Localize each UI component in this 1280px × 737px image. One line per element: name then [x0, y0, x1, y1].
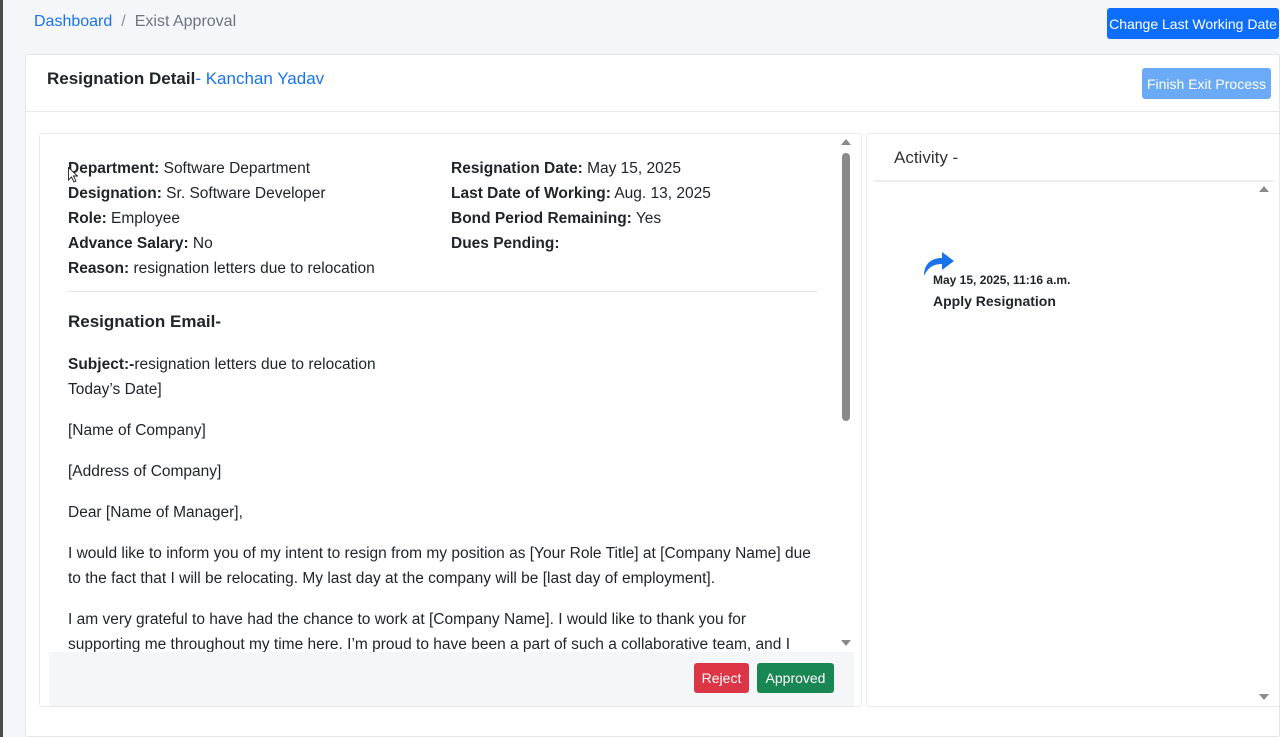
employee-name: - Kanchan Yadav — [195, 69, 325, 88]
breadcrumb-dashboard-link[interactable]: Dashboard — [34, 13, 112, 31]
field-advance-salary: Advance Salary: No — [68, 235, 213, 252]
field-dues-pending: Dues Pending: — [451, 235, 560, 252]
activity-panel: Activity - May 15, 2025, 11:16 a.m. Appl… — [866, 133, 1280, 707]
info-grid: Department: Software Department Designat… — [68, 156, 818, 281]
reject-button[interactable]: Reject — [694, 663, 749, 693]
page-title: Resignation Detail- Kanchan Yadav — [47, 69, 324, 89]
activity-scroll-up-arrow-icon[interactable] — [1259, 186, 1269, 192]
activity-scroll-down-arrow-icon[interactable] — [1259, 694, 1269, 700]
email-paragraph-1: I would like to inform you of my intent … — [68, 545, 811, 587]
activity-label: Apply Resignation — [933, 293, 1056, 309]
window-left-edge — [0, 0, 3, 737]
scroll-up-arrow-icon[interactable] — [841, 139, 851, 145]
scroll-thumb[interactable] — [842, 153, 850, 421]
info-column-left: Department: Software Department Designat… — [68, 156, 375, 281]
field-bond-period: Bond Period Remaining: Yes — [451, 210, 662, 227]
section-divider — [68, 291, 818, 292]
email-paragraph-2: I am very grateful to have had the chanc… — [68, 611, 791, 653]
email-company-address: [Address of Company] — [68, 463, 222, 480]
email-subject-label: Subject:- — [68, 356, 135, 373]
email-heading: Resignation Email- — [68, 312, 222, 331]
finish-exit-process-button[interactable]: Finish Exit Process — [1142, 68, 1271, 99]
title-text: Resignation Detail — [47, 69, 196, 88]
email-subject-block: Subject:-resignation letters due to relo… — [68, 352, 818, 402]
action-footer: Reject Approved — [49, 652, 854, 706]
field-role: Role: Employee — [68, 210, 180, 227]
resignation-info-content: Department: Software Department Designat… — [68, 156, 818, 657]
field-reason: Reason: resignation letters due to reloc… — [68, 260, 375, 277]
change-last-working-date-button[interactable]: Change Last Working Date — [1107, 8, 1279, 39]
scroll-down-arrow-icon[interactable] — [841, 640, 851, 646]
email-body: Subject:-resignation letters due to relo… — [68, 352, 818, 657]
breadcrumb-separator: / — [121, 13, 126, 30]
card-header: Resignation Detail- Kanchan Yadav Finish… — [26, 55, 1279, 112]
top-bar: Dashboard / Exist Approval Change Last W… — [3, 0, 1280, 50]
email-subject-value: resignation letters due to relocation — [134, 356, 376, 373]
approve-button[interactable]: Approved — [757, 663, 834, 693]
left-panel-scrollbar[interactable] — [839, 134, 853, 654]
field-department: Department: Software Department — [68, 160, 311, 177]
resignation-info-panel: Department: Software Department Designat… — [39, 133, 862, 707]
breadcrumb: Dashboard / Exist Approval — [34, 13, 236, 31]
resignation-detail-card: Resignation Detail- Kanchan Yadav Finish… — [25, 54, 1280, 737]
activity-divider — [874, 180, 1274, 182]
mouse-cursor-icon — [68, 167, 78, 183]
field-last-date-of-working: Last Date of Working: Aug. 13, 2025 — [451, 185, 711, 202]
activity-title: Activity - — [894, 148, 959, 167]
field-resignation-date: Resignation Date: May 15, 2025 — [451, 160, 681, 177]
breadcrumb-current: Exist Approval — [134, 13, 237, 30]
field-designation: Designation: Sr. Software Developer — [68, 185, 326, 202]
email-company-name: [Name of Company] — [68, 422, 206, 439]
email-salutation: Dear [Name of Manager], — [68, 504, 243, 521]
info-column-right: Resignation Date: May 15, 2025 Last Date… — [451, 156, 711, 256]
activity-date: May 15, 2025, 11:16 a.m. — [933, 273, 1071, 287]
email-date-line: Today’s Date] — [68, 381, 162, 398]
